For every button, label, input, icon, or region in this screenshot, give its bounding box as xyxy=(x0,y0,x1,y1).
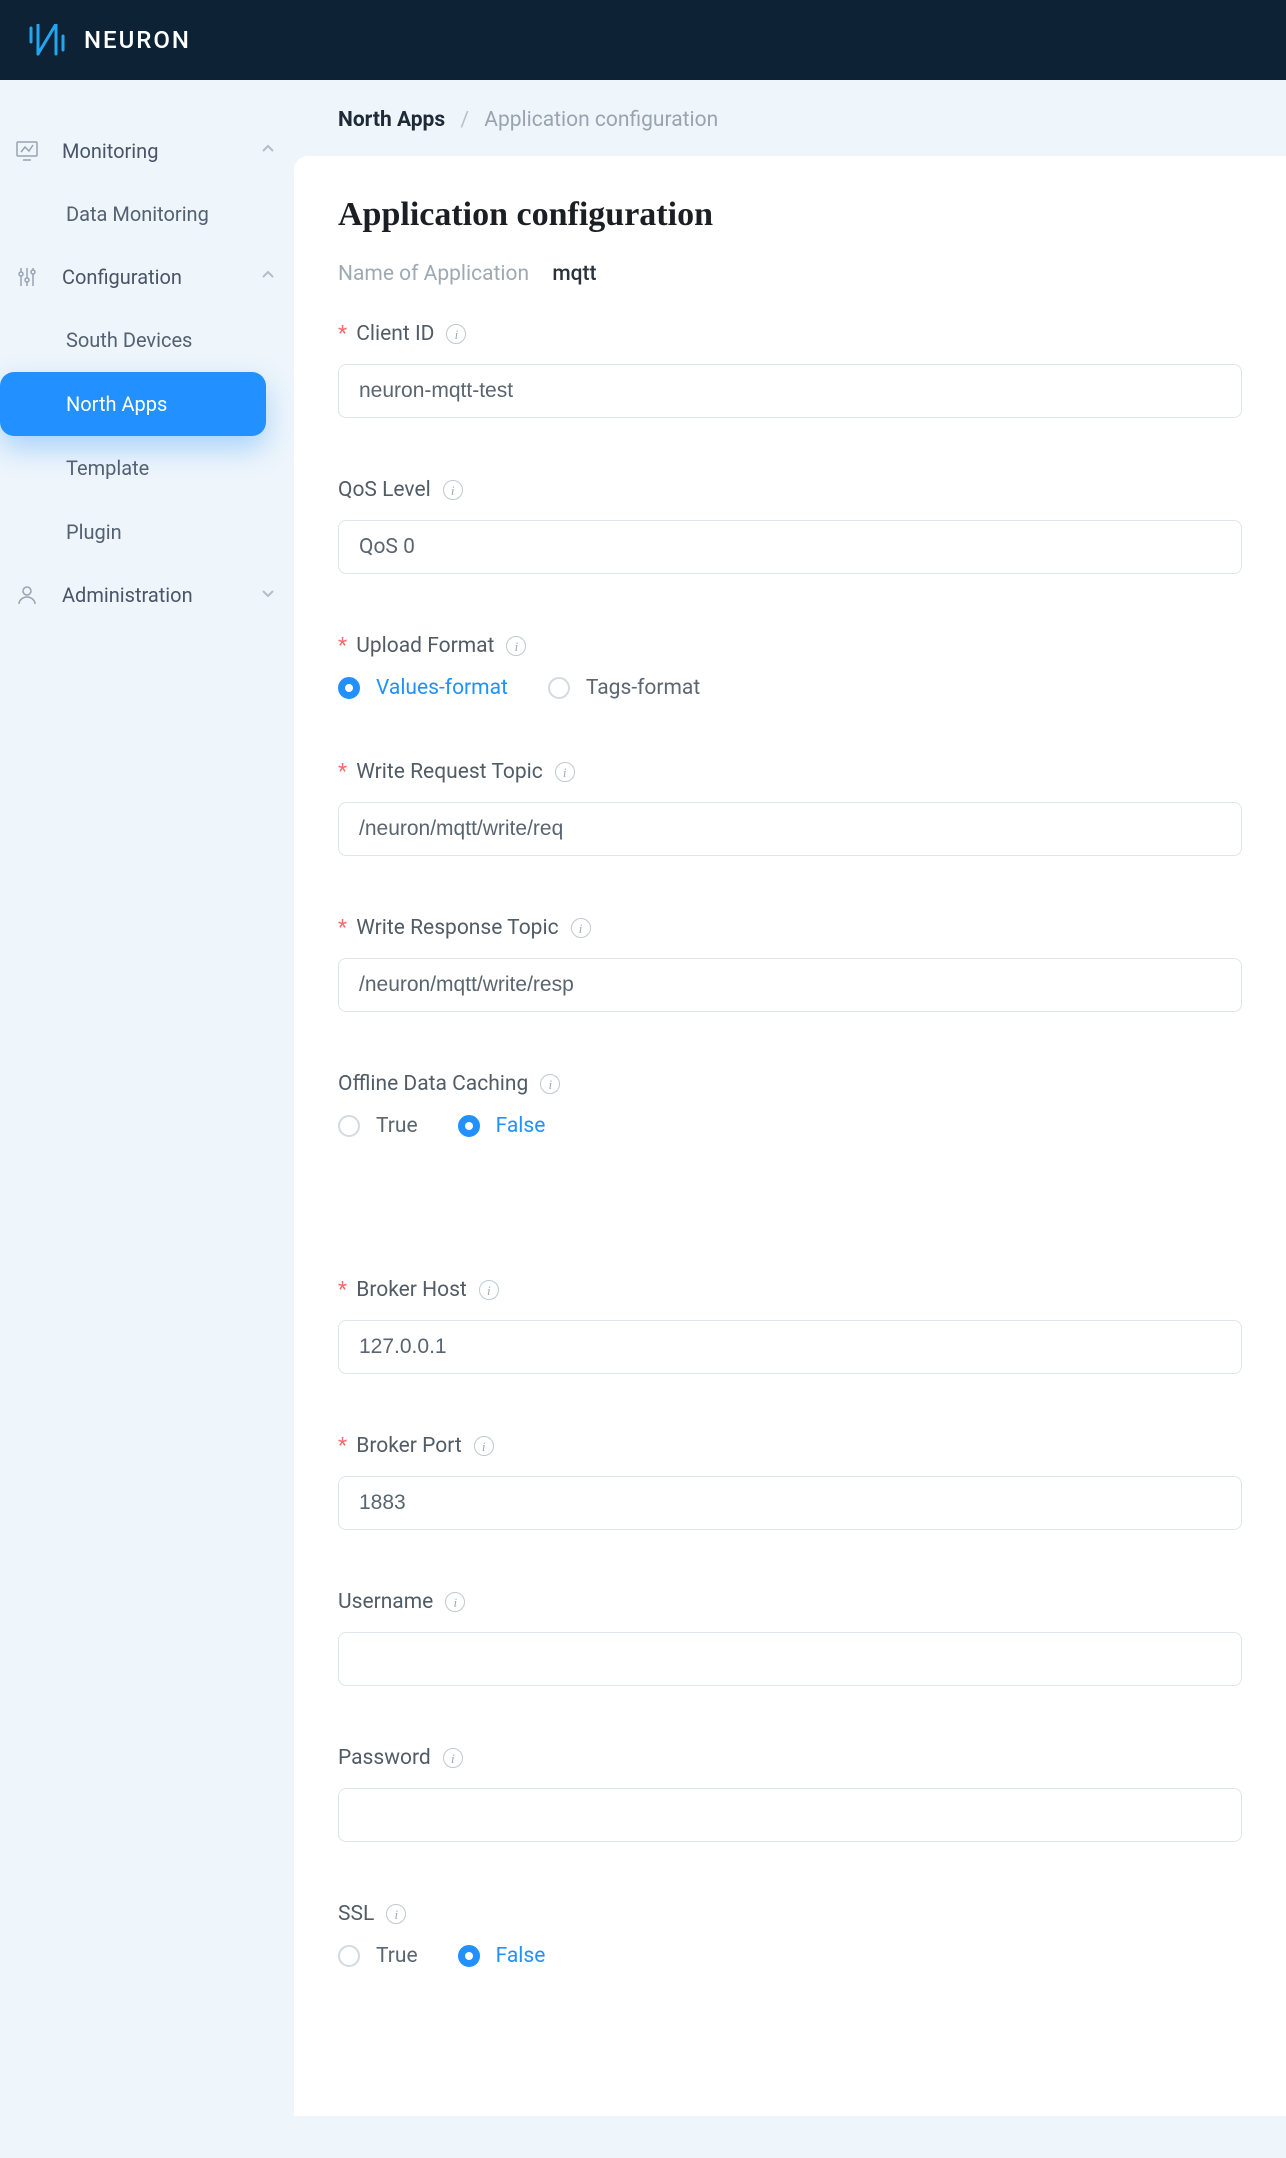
info-icon[interactable]: i xyxy=(506,636,526,656)
config-panel: Application configuration Name of Applic… xyxy=(294,156,1286,2116)
field-upload-format: * Upload Format i Values-format Tags-for… xyxy=(338,634,1242,700)
main-content: North Apps / Application configuration A… xyxy=(294,80,1286,2158)
sidebar-section-monitoring[interactable]: Monitoring xyxy=(0,120,294,182)
radio-ssl-true[interactable]: True xyxy=(338,1944,418,1968)
field-offline-cache: Offline Data Caching i True False xyxy=(338,1072,1242,1138)
brand-name: NEURON xyxy=(84,26,191,54)
field-broker-host: * Broker Host i xyxy=(338,1278,1242,1374)
app-header: NEURON xyxy=(0,0,1286,80)
radio-icon xyxy=(338,1115,360,1137)
radio-offline-true[interactable]: True xyxy=(338,1114,418,1138)
breadcrumb: North Apps / Application configuration xyxy=(294,80,1286,156)
chevron-up-icon xyxy=(260,141,276,161)
password-input[interactable] xyxy=(338,1788,1242,1842)
write-resp-input[interactable] xyxy=(338,958,1242,1012)
info-icon[interactable]: i xyxy=(386,1904,406,1924)
brand-logo: NEURON xyxy=(28,24,191,56)
info-icon[interactable]: i xyxy=(446,324,466,344)
qos-select[interactable]: QoS 0 xyxy=(338,520,1242,574)
app-name-value: mqtt xyxy=(552,262,596,286)
broker-host-input[interactable] xyxy=(338,1320,1242,1374)
sidebar-section-administration[interactable]: Administration xyxy=(0,564,294,626)
info-icon[interactable]: i xyxy=(555,762,575,782)
sidebar-item-data-monitoring[interactable]: Data Monitoring xyxy=(0,182,294,246)
breadcrumb-sep: / xyxy=(460,108,469,132)
neuron-logo-icon xyxy=(28,24,70,56)
monitor-icon xyxy=(14,138,40,164)
field-write-req: * Write Request Topic i xyxy=(338,760,1242,856)
radio-tags-format[interactable]: Tags-format xyxy=(548,676,700,700)
chevron-up-icon xyxy=(260,267,276,287)
info-icon[interactable]: i xyxy=(571,918,591,938)
radio-offline-false[interactable]: False xyxy=(458,1114,546,1138)
radio-values-format[interactable]: Values-format xyxy=(338,676,508,700)
field-password: Password i xyxy=(338,1746,1242,1842)
breadcrumb-root[interactable]: North Apps xyxy=(338,108,445,132)
field-qos: QoS Level i QoS 0 xyxy=(338,478,1242,574)
sidebar-item-plugin[interactable]: Plugin xyxy=(0,500,294,564)
field-write-resp: * Write Response Topic i xyxy=(338,916,1242,1012)
broker-port-input[interactable] xyxy=(338,1476,1242,1530)
field-broker-port: * Broker Port i xyxy=(338,1434,1242,1530)
sidebar: Monitoring Data Monitoring Configuration xyxy=(0,80,294,2158)
sidebar-label: Configuration xyxy=(62,265,260,289)
field-client-id: * Client ID i xyxy=(338,322,1242,418)
radio-icon xyxy=(458,1945,480,1967)
info-icon[interactable]: i xyxy=(445,1592,465,1612)
info-icon[interactable]: i xyxy=(540,1074,560,1094)
radio-ssl-false[interactable]: False xyxy=(458,1944,546,1968)
sidebar-item-south-devices[interactable]: South Devices xyxy=(0,308,294,372)
write-req-input[interactable] xyxy=(338,802,1242,856)
info-icon[interactable]: i xyxy=(443,480,463,500)
user-icon xyxy=(14,582,40,608)
breadcrumb-current: Application configuration xyxy=(484,108,718,132)
radio-icon xyxy=(458,1115,480,1137)
sidebar-item-north-apps[interactable]: North Apps xyxy=(0,372,266,436)
app-name-row: Name of Application mqtt xyxy=(338,262,1242,286)
field-ssl: SSL i True False xyxy=(338,1902,1242,1968)
chevron-down-icon xyxy=(260,585,276,605)
sidebar-item-template[interactable]: Template xyxy=(0,436,294,500)
page-title: Application configuration xyxy=(338,196,1242,234)
client-id-input[interactable] xyxy=(338,364,1242,418)
radio-icon xyxy=(548,677,570,699)
info-icon[interactable]: i xyxy=(443,1748,463,1768)
app-name-label: Name of Application xyxy=(338,262,529,286)
sidebar-label: Monitoring xyxy=(62,139,260,163)
field-username: Username i xyxy=(338,1590,1242,1686)
sidebar-section-configuration[interactable]: Configuration xyxy=(0,246,294,308)
radio-icon xyxy=(338,1945,360,1967)
info-icon[interactable]: i xyxy=(479,1280,499,1300)
sidebar-label: Administration xyxy=(62,583,260,607)
sliders-icon xyxy=(14,264,40,290)
username-input[interactable] xyxy=(338,1632,1242,1686)
radio-icon xyxy=(338,677,360,699)
info-icon[interactable]: i xyxy=(474,1436,494,1456)
